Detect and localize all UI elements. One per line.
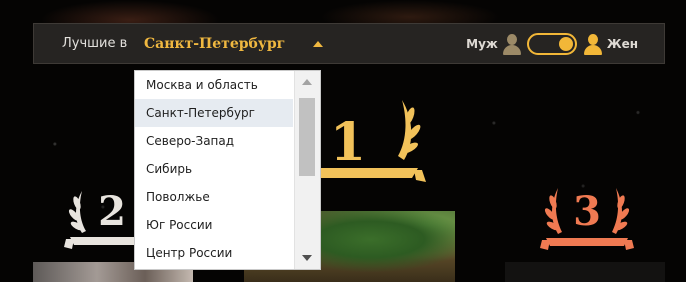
city-select-value: Санкт-Петербург [144, 36, 286, 52]
dropdown-scrollbar[interactable] [294, 71, 320, 269]
toggle-knob [558, 37, 573, 51]
participant-photo[interactable] [505, 262, 665, 282]
city-option[interactable]: Москва и область [135, 71, 293, 99]
rank-1-number: 1 [329, 112, 367, 173]
city-dropdown: Москва и область Санкт-Петербург Северо-… [134, 70, 321, 270]
city-option[interactable]: Северо-Запад [135, 127, 293, 155]
city-select[interactable]: Санкт-Петербург [144, 33, 324, 55]
gender-toggle[interactable] [526, 33, 577, 55]
best-in-label: Лучшие в [62, 36, 128, 51]
scroll-down-icon[interactable] [302, 255, 312, 261]
scrollbar-thumb[interactable] [299, 98, 315, 176]
chevron-up-icon [313, 41, 324, 47]
scroll-up-icon[interactable] [302, 79, 312, 85]
rank-3-number: 3 [573, 188, 601, 235]
filter-bar: Лучшие в Санкт-Петербург Муж Жен [33, 23, 665, 64]
city-option[interactable]: Сибирь [135, 155, 293, 183]
gender-male-label[interactable]: Муж [466, 37, 498, 51]
city-options-list: Москва и область Санкт-Петербург Северо-… [135, 71, 293, 267]
city-option[interactable]: Санкт-Петербург [135, 99, 293, 127]
city-option[interactable]: Поволжье [135, 183, 293, 211]
person-icon [583, 33, 603, 55]
gender-switch: Муж Жен [466, 32, 638, 56]
person-icon [502, 33, 522, 55]
city-option[interactable]: Юг России [135, 211, 293, 239]
gender-female-label[interactable]: Жен [607, 37, 638, 51]
rank-2-number: 2 [98, 188, 126, 235]
city-option[interactable]: Центр России [135, 239, 293, 267]
